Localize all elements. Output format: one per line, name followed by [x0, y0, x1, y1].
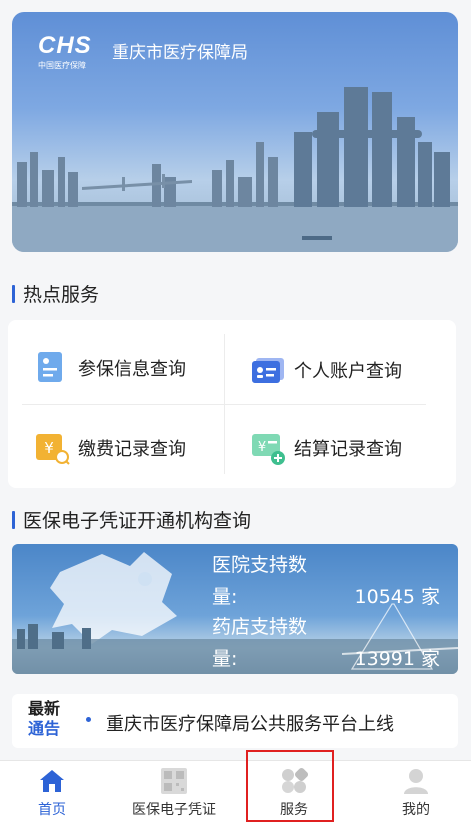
service-personal-account[interactable]: 个人账户查询: [250, 352, 402, 388]
hero-banner[interactable]: CHS 中国医疗保障 重庆市医疗保障局: [12, 12, 458, 252]
notice-tag-line1: 最新: [28, 699, 61, 718]
notice-message[interactable]: 重庆市医疗保障局公共服务平台上线: [106, 710, 394, 736]
title-accent-bar: [12, 510, 15, 529]
logo-text: CHS: [38, 32, 92, 59]
service-label: 个人账户查询: [294, 361, 402, 382]
hot-services-title-text: 热点服务: [23, 284, 100, 306]
hospital-count: 10545 家: [354, 586, 440, 608]
hospital-label-line2: 量:: [212, 586, 238, 608]
tab-label: 首页: [38, 802, 66, 818]
service-label: 结算记录查询: [294, 439, 402, 460]
services-tab-highlight-box: [246, 750, 334, 822]
tab-label: 我的: [402, 802, 430, 818]
title-accent-bar: [12, 284, 15, 303]
tab-medical-e-cert[interactable]: 医保电子凭证: [120, 767, 228, 819]
cert-institution-banner[interactable]: 医院支持数 量: 10545 家 药店支持数 量: 13991 家: [12, 544, 458, 674]
notice-bar[interactable]: 最新 通告 重庆市医疗保障局公共服务平台上线: [12, 694, 458, 748]
org-name: 重庆市医疗保障局: [112, 43, 248, 63]
profile-icon: [402, 767, 430, 795]
insurance-info-icon: [34, 350, 70, 386]
cert-section-title: 医保电子凭证开通机构查询: [12, 506, 251, 533]
chs-logo: CHS 中国医疗保障: [38, 34, 92, 71]
city-skyline-illustration: [12, 87, 458, 252]
bottom-tab-bar: 首页 医保电子凭证 服务 我的: [0, 760, 471, 824]
hot-services-title: 热点服务: [12, 280, 99, 307]
tab-home[interactable]: 首页: [24, 767, 80, 819]
hot-services-card: 参保信息查询 个人账户查询 ¥ 缴费记录查询 ¥ 结算记录查询: [8, 320, 456, 488]
logo-subtext: 中国医疗保障: [38, 61, 86, 70]
tab-label: 医保电子凭证: [132, 802, 216, 818]
personal-account-icon: [250, 352, 286, 388]
service-label: 缴费记录查询: [78, 439, 186, 460]
service-settlement-record[interactable]: ¥ 结算记录查询: [250, 430, 402, 466]
pharmacy-count: 13991 家: [354, 648, 440, 670]
payment-record-icon: ¥: [34, 430, 70, 466]
svg-text:¥: ¥: [258, 440, 266, 455]
qr-code-icon: [160, 767, 188, 795]
pharmacy-label-line2: 量:: [212, 648, 238, 670]
service-insurance-info[interactable]: 参保信息查询: [34, 350, 186, 386]
divider-vertical: [224, 334, 225, 474]
pharmacy-label-line1: 药店支持数: [212, 616, 308, 638]
hospital-label-line1: 医院支持数: [212, 554, 308, 576]
cert-section-title-text: 医保电子凭证开通机构查询: [23, 510, 252, 532]
service-label: 参保信息查询: [78, 359, 186, 380]
settlement-record-icon: ¥: [250, 430, 286, 466]
service-payment-record[interactable]: ¥ 缴费记录查询: [34, 430, 186, 466]
bullet-dot: [86, 717, 91, 722]
latest-notice-tag: 最新 通告: [28, 699, 60, 739]
notice-tag-line2: 通告: [28, 719, 61, 738]
tab-profile[interactable]: 我的: [388, 767, 444, 819]
svg-text:¥: ¥: [44, 439, 54, 457]
home-icon: [38, 767, 66, 795]
